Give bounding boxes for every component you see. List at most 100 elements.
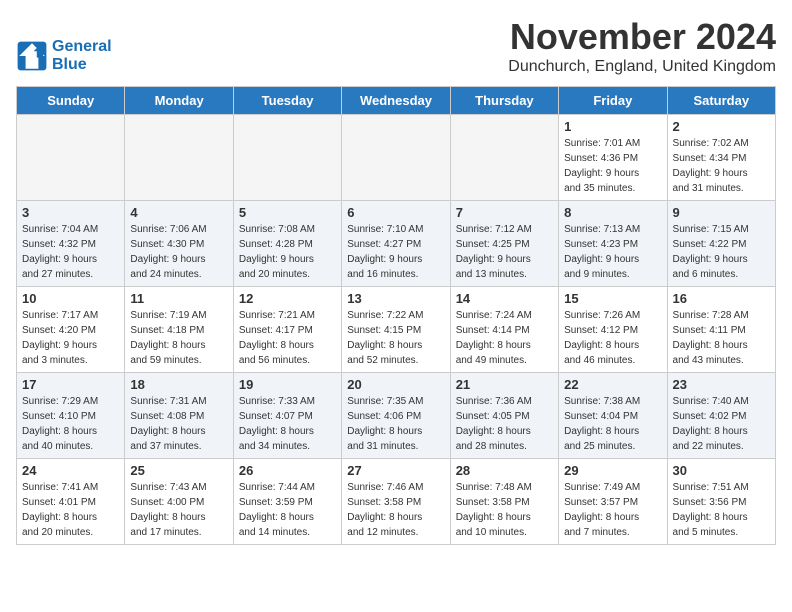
logo-icon [16, 40, 48, 72]
calendar-header-wednesday: Wednesday [342, 87, 450, 115]
calendar-cell: 1 Sunrise: 7:01 AM Sunset: 4:36 PM Daylig… [559, 115, 667, 201]
calendar-cell: 2 Sunrise: 7:02 AM Sunset: 4:34 PM Daylig… [667, 115, 775, 201]
calendar-week-row: 3Sunrise: 7:04 AM Sunset: 4:32 PM Daylig… [17, 201, 776, 287]
calendar-cell: 11 Sunrise: 7:19 AM Sunset: 4:18 PM Dayli… [125, 287, 233, 373]
calendar-cell: 18 Sunrise: 7:31 AM Sunset: 4:08 PM Dayli… [125, 373, 233, 459]
day-number: 11 [130, 291, 227, 306]
day-number: 9 [673, 205, 770, 220]
calendar-cell: 16 Sunrise: 7:28 AM Sunset: 4:11 PM Dayli… [667, 287, 775, 373]
calendar-cell [17, 115, 125, 201]
day-number: 21 [456, 377, 553, 392]
calendar-cell: 27 Sunrise: 7:46 AM Sunset: 3:58 PM Dayli… [342, 459, 450, 545]
day-info: Sunrise: 7:15 AM Sunset: 4:22 PM Dayligh… [673, 222, 770, 282]
day-number: 28 [456, 463, 553, 478]
calendar-header-thursday: Thursday [450, 87, 558, 115]
day-number: 8 [564, 205, 661, 220]
day-number: 24 [22, 463, 119, 478]
day-info: Sunrise: 7:46 AM Sunset: 3:58 PM Dayligh… [347, 480, 444, 540]
day-number: 25 [130, 463, 227, 478]
calendar-cell [342, 115, 450, 201]
title-section: November 2024 Dunchurch, England, United… [508, 16, 776, 76]
calendar-header-monday: Monday [125, 87, 233, 115]
day-info: Sunrise: 7:31 AM Sunset: 4:08 PM Dayligh… [130, 394, 227, 454]
calendar-cell: 21Sunrise: 7:36 AM Sunset: 4:05 PM Dayli… [450, 373, 558, 459]
day-info: Sunrise: 7:17 AM Sunset: 4:20 PM Dayligh… [22, 308, 119, 368]
calendar-cell: 23 Sunrise: 7:40 AM Sunset: 4:02 PM Dayli… [667, 373, 775, 459]
day-info: Sunrise: 7:01 AM Sunset: 4:36 PM Dayligh… [564, 136, 661, 196]
day-number: 23 [673, 377, 770, 392]
day-info: Sunrise: 7:04 AM Sunset: 4:32 PM Dayligh… [22, 222, 119, 282]
day-number: 5 [239, 205, 336, 220]
calendar-header-tuesday: Tuesday [233, 87, 341, 115]
day-info: Sunrise: 7:40 AM Sunset: 4:02 PM Dayligh… [673, 394, 770, 454]
logo: General Blue [16, 38, 112, 74]
calendar-week-row: 10 Sunrise: 7:17 AM Sunset: 4:20 PM Dayli… [17, 287, 776, 373]
calendar-cell: 5 Sunrise: 7:08 AM Sunset: 4:28 PM Daylig… [233, 201, 341, 287]
day-info: Sunrise: 7:13 AM Sunset: 4:23 PM Dayligh… [564, 222, 661, 282]
day-number: 27 [347, 463, 444, 478]
calendar-cell: 20 Sunrise: 7:35 AM Sunset: 4:06 PM Dayli… [342, 373, 450, 459]
day-number: 17 [22, 377, 119, 392]
calendar-cell [233, 115, 341, 201]
logo-text: General Blue [52, 38, 112, 74]
day-number: 13 [347, 291, 444, 306]
calendar-cell: 22 Sunrise: 7:38 AM Sunset: 4:04 PM Dayli… [559, 373, 667, 459]
day-number: 30 [673, 463, 770, 478]
day-number: 15 [564, 291, 661, 306]
day-info: Sunrise: 7:26 AM Sunset: 4:12 PM Dayligh… [564, 308, 661, 368]
day-number: 2 [673, 119, 770, 134]
calendar-cell: 3Sunrise: 7:04 AM Sunset: 4:32 PM Daylig… [17, 201, 125, 287]
calendar-cell: 8 Sunrise: 7:13 AM Sunset: 4:23 PM Daylig… [559, 201, 667, 287]
calendar-cell: 9 Sunrise: 7:15 AM Sunset: 4:22 PM Daylig… [667, 201, 775, 287]
day-number: 10 [22, 291, 119, 306]
day-info: Sunrise: 7:38 AM Sunset: 4:04 PM Dayligh… [564, 394, 661, 454]
day-info: Sunrise: 7:21 AM Sunset: 4:17 PM Dayligh… [239, 308, 336, 368]
day-number: 4 [130, 205, 227, 220]
month-title: November 2024 [508, 16, 776, 58]
day-number: 19 [239, 377, 336, 392]
day-info: Sunrise: 7:06 AM Sunset: 4:30 PM Dayligh… [130, 222, 227, 282]
day-info: Sunrise: 7:48 AM Sunset: 3:58 PM Dayligh… [456, 480, 553, 540]
day-info: Sunrise: 7:35 AM Sunset: 4:06 PM Dayligh… [347, 394, 444, 454]
day-info: Sunrise: 7:02 AM Sunset: 4:34 PM Dayligh… [673, 136, 770, 196]
calendar-week-row: 1 Sunrise: 7:01 AM Sunset: 4:36 PM Daylig… [17, 115, 776, 201]
calendar-header-friday: Friday [559, 87, 667, 115]
day-number: 1 [564, 119, 661, 134]
day-info: Sunrise: 7:19 AM Sunset: 4:18 PM Dayligh… [130, 308, 227, 368]
calendar-header-row: SundayMondayTuesdayWednesdayThursdayFrid… [17, 87, 776, 115]
calendar-cell: 13Sunrise: 7:22 AM Sunset: 4:15 PM Dayli… [342, 287, 450, 373]
calendar-cell: 6 Sunrise: 7:10 AM Sunset: 4:27 PM Daylig… [342, 201, 450, 287]
day-number: 16 [673, 291, 770, 306]
day-number: 22 [564, 377, 661, 392]
calendar-cell: 14 Sunrise: 7:24 AM Sunset: 4:14 PM Dayli… [450, 287, 558, 373]
calendar-cell [125, 115, 233, 201]
day-info: Sunrise: 7:10 AM Sunset: 4:27 PM Dayligh… [347, 222, 444, 282]
calendar-table: SundayMondayTuesdayWednesdayThursdayFrid… [16, 86, 776, 545]
day-info: Sunrise: 7:41 AM Sunset: 4:01 PM Dayligh… [22, 480, 119, 540]
calendar-cell: 4 Sunrise: 7:06 AM Sunset: 4:30 PM Daylig… [125, 201, 233, 287]
day-number: 12 [239, 291, 336, 306]
calendar-cell: 10 Sunrise: 7:17 AM Sunset: 4:20 PM Dayli… [17, 287, 125, 373]
day-number: 26 [239, 463, 336, 478]
calendar-cell: 17Sunrise: 7:29 AM Sunset: 4:10 PM Dayli… [17, 373, 125, 459]
calendar-header-sunday: Sunday [17, 87, 125, 115]
calendar-cell: 30Sunrise: 7:51 AM Sunset: 3:56 PM Dayli… [667, 459, 775, 545]
calendar-cell: 29Sunrise: 7:49 AM Sunset: 3:57 PM Dayli… [559, 459, 667, 545]
calendar-cell: 7Sunrise: 7:12 AM Sunset: 4:25 PM Daylig… [450, 201, 558, 287]
day-info: Sunrise: 7:24 AM Sunset: 4:14 PM Dayligh… [456, 308, 553, 368]
day-info: Sunrise: 7:33 AM Sunset: 4:07 PM Dayligh… [239, 394, 336, 454]
calendar-cell: 25Sunrise: 7:43 AM Sunset: 4:00 PM Dayli… [125, 459, 233, 545]
day-number: 20 [347, 377, 444, 392]
day-info: Sunrise: 7:49 AM Sunset: 3:57 PM Dayligh… [564, 480, 661, 540]
day-number: 6 [347, 205, 444, 220]
day-number: 18 [130, 377, 227, 392]
day-info: Sunrise: 7:44 AM Sunset: 3:59 PM Dayligh… [239, 480, 336, 540]
day-info: Sunrise: 7:28 AM Sunset: 4:11 PM Dayligh… [673, 308, 770, 368]
calendar-cell: 15 Sunrise: 7:26 AM Sunset: 4:12 PM Dayli… [559, 287, 667, 373]
calendar-cell: 26 Sunrise: 7:44 AM Sunset: 3:59 PM Dayli… [233, 459, 341, 545]
calendar-cell: 28 Sunrise: 7:48 AM Sunset: 3:58 PM Dayli… [450, 459, 558, 545]
calendar-cell: 24 Sunrise: 7:41 AM Sunset: 4:01 PM Dayli… [17, 459, 125, 545]
day-info: Sunrise: 7:08 AM Sunset: 4:28 PM Dayligh… [239, 222, 336, 282]
calendar-cell [450, 115, 558, 201]
day-number: 14 [456, 291, 553, 306]
